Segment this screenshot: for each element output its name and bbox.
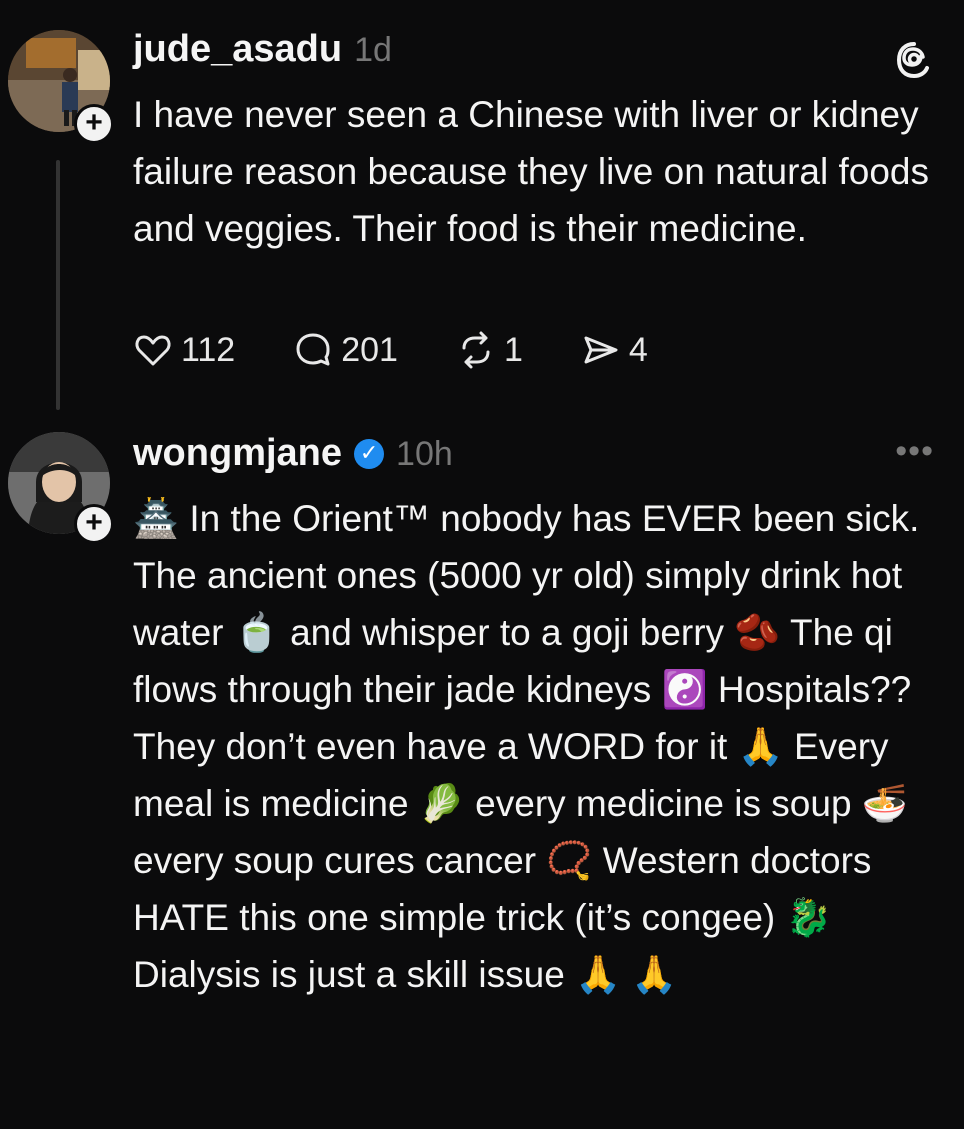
post-header: wongmjane 10h	[133, 432, 453, 475]
more-options-icon[interactable]: •••	[895, 432, 934, 471]
comment-icon	[296, 333, 330, 366]
username[interactable]: wongmjane	[133, 432, 342, 475]
action-bar: 112 201 1 4	[133, 330, 706, 370]
send-icon	[584, 336, 618, 364]
follow-plus-icon[interactable]: +	[74, 504, 114, 544]
repost-button[interactable]: 1	[456, 330, 523, 370]
post-text: 🏯 In the Orient™ nobody has EVER been si…	[133, 498, 920, 995]
timestamp: 1d	[354, 31, 392, 69]
like-button[interactable]: 112	[133, 330, 235, 370]
repost-count: 1	[503, 330, 523, 369]
thread-line	[56, 160, 60, 410]
verified-badge-icon	[354, 439, 385, 469]
timestamp: 10h	[396, 435, 453, 473]
heart-icon	[135, 335, 171, 366]
like-count: 112	[181, 330, 236, 369]
username[interactable]: jude_asadu	[133, 28, 342, 71]
post-text: I have never seen a Chinese with liver o…	[133, 94, 930, 249]
post-header: jude_asadu 1d	[133, 28, 392, 71]
share-button[interactable]: 4	[581, 330, 648, 370]
reply-button[interactable]: 201	[293, 330, 398, 370]
reply-count: 201	[341, 330, 398, 369]
follow-plus-icon[interactable]: +	[74, 104, 114, 144]
share-count: 4	[628, 330, 648, 369]
threads-logo-icon[interactable]	[894, 40, 934, 80]
repost-icon	[462, 331, 490, 369]
